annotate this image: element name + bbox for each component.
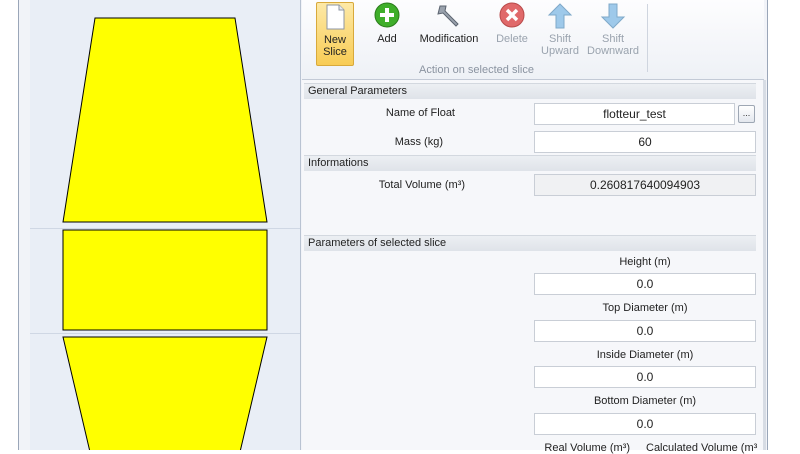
browse-button[interactable]: ...	[738, 105, 755, 123]
add-label: Add	[377, 33, 397, 45]
down-arrow-icon	[599, 2, 627, 30]
slice-top-frustum[interactable]	[62, 17, 268, 223]
new-slice-label: New Slice	[323, 34, 347, 58]
bottom-diameter-label: Bottom Diameter (m)	[593, 395, 697, 407]
selected-slice-header: Parameters of selected slice	[304, 235, 756, 251]
bottom-diameter-field[interactable]: 0.0	[534, 413, 756, 435]
float-shape-drawing	[62, 17, 268, 450]
new-document-icon	[321, 3, 349, 31]
modification-label: Modification	[419, 33, 479, 45]
ribbon-toolbar: New Slice Add Modification Delete Shift …	[302, 0, 764, 80]
total-volume-field: 0.260817640094903	[534, 174, 756, 196]
height-label: Height (m)	[619, 256, 671, 268]
height-field[interactable]: 0.0	[534, 273, 756, 295]
mass-field[interactable]: 60	[534, 131, 756, 153]
green-plus-icon	[373, 2, 401, 30]
add-button[interactable]: Add	[368, 2, 406, 64]
delete-label: Delete	[496, 33, 528, 45]
red-x-icon	[498, 2, 526, 30]
new-slice-button[interactable]: New Slice	[316, 2, 354, 66]
modification-button[interactable]: Modification	[416, 2, 482, 64]
calculated-volume-label: Calculated Volume (m³	[646, 442, 758, 454]
inside-diameter-field[interactable]: 0.0	[534, 366, 756, 388]
inside-diameter-label: Inside Diameter (m)	[596, 349, 694, 361]
mass-label: Mass (kg)	[394, 136, 443, 148]
delete-button[interactable]: Delete	[492, 2, 532, 64]
real-volume-label: Real Volume (m³)	[544, 442, 630, 454]
informations-header: Informations	[304, 155, 756, 171]
shift-upward-button[interactable]: Shift Upward	[538, 2, 582, 64]
wrench-icon	[435, 2, 463, 30]
ribbon-group-label: Action on selected slice	[419, 64, 534, 76]
general-parameters-header: General Parameters	[304, 83, 756, 99]
slice-bottom-frustum[interactable]	[62, 336, 268, 450]
float-preview-canvas[interactable]	[30, 0, 301, 450]
slice-middle-cylinder[interactable]	[62, 229, 268, 331]
up-arrow-icon	[546, 2, 574, 30]
shift-downward-button[interactable]: Shift Downward	[583, 2, 643, 64]
panel-right-edge	[763, 80, 766, 450]
ribbon-separator	[647, 4, 648, 72]
total-volume-label: Total Volume (m³)	[378, 179, 465, 191]
shift-downward-label: Shift Downward	[587, 33, 639, 57]
name-of-float-label: Name of Float	[385, 107, 455, 119]
top-diameter-label: Top Diameter (m)	[602, 302, 688, 314]
top-diameter-field[interactable]: 0.0	[534, 320, 756, 342]
name-of-float-field[interactable]: flotteur_test	[534, 103, 735, 125]
shift-upward-label: Shift Upward	[541, 33, 579, 57]
